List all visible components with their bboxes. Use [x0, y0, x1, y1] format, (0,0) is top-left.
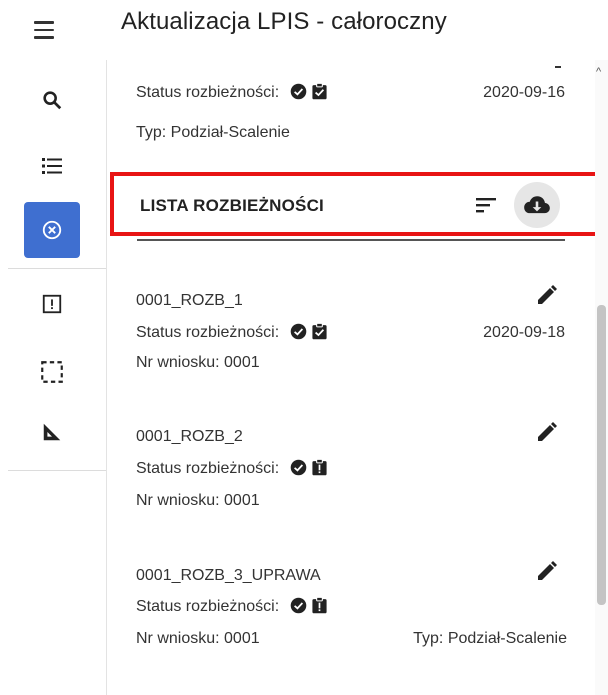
list-item-name: 0001_ROZB_2	[136, 428, 243, 445]
menu-icon[interactable]	[34, 12, 74, 48]
list-item-name: 0001_ROZB_3_UPRAWA	[136, 567, 321, 584]
rail-divider	[8, 268, 106, 269]
status-label: Status rozbieżności:	[136, 324, 280, 341]
edit-icon-partial	[555, 66, 561, 68]
list-item-date: 2020-09-18	[483, 324, 565, 341]
status-label: Status rozbieżności:	[136, 598, 280, 615]
status-label: Status rozbieżności:	[136, 84, 280, 101]
list-title: LISTA ROZBIEŻNOŚCI	[140, 196, 324, 215]
check-circle-icon	[290, 597, 306, 614]
alert-button[interactable]	[24, 278, 80, 330]
measure-button[interactable]	[24, 406, 80, 458]
edit-icon	[538, 422, 557, 441]
scroll-thumb[interactable]	[597, 305, 606, 605]
list-item-name: 0001_ROZB_1	[136, 292, 243, 309]
list-divider	[137, 239, 565, 241]
measure-icon	[43, 423, 61, 441]
scroll-up-icon[interactable]: ^	[596, 66, 601, 78]
list-item-status: Status rozbieżności:	[136, 459, 328, 478]
clipboard-check-icon	[312, 323, 327, 340]
list-item-application: Nr wniosku: 0001	[136, 630, 260, 647]
check-circle-icon	[290, 323, 306, 340]
cancel-circle-icon	[42, 220, 62, 240]
app-title: Aktualizacja LPIS - całoroczny	[121, 8, 447, 35]
clipboard-alert-icon	[312, 459, 327, 476]
edit-icon	[538, 285, 557, 304]
list-item-status: Status rozbieżności:	[136, 323, 328, 342]
cloud-download-icon	[524, 196, 550, 214]
list-item-type: Typ: Podział-Scalenie	[413, 630, 567, 647]
scrollbar[interactable]: ^	[595, 60, 608, 695]
search-icon	[43, 91, 62, 110]
list-header: LISTA ROZBIEŻNOŚCI	[110, 172, 601, 236]
rail-divider-bottom	[8, 470, 106, 471]
selection-button[interactable]	[24, 346, 80, 398]
edit-button[interactable]	[533, 418, 561, 446]
clipboard-check-icon	[312, 83, 327, 100]
selection-icon	[41, 361, 63, 383]
search-button[interactable]	[24, 74, 80, 126]
list-button[interactable]	[24, 140, 80, 192]
clipboard-alert-icon	[312, 597, 327, 614]
check-circle-icon	[290, 459, 306, 476]
list-item-status: Status rozbieżności:	[136, 597, 328, 616]
status-label: Status rozbieżności:	[136, 460, 280, 477]
sort-button[interactable]	[474, 193, 500, 217]
check-circle-icon	[290, 83, 306, 100]
top-item-status: Status rozbieżności:	[136, 83, 328, 102]
discrepancy-button[interactable]	[24, 202, 80, 258]
list-item-application: Nr wniosku: 0001	[136, 354, 260, 371]
sort-icon	[476, 198, 496, 213]
edit-button[interactable]	[533, 557, 561, 585]
download-button[interactable]	[514, 182, 560, 228]
list-icon	[42, 158, 62, 174]
alert-box-icon	[42, 294, 62, 314]
tool-rail	[0, 60, 107, 695]
content-panel: Status rozbieżności: 2020-09-16 Typ: Pod…	[108, 60, 595, 695]
top-item-date: 2020-09-16	[483, 84, 565, 101]
edit-button[interactable]	[533, 281, 561, 309]
edit-icon	[538, 561, 557, 580]
list-item-application: Nr wniosku: 0001	[136, 492, 260, 509]
top-item-type: Typ: Podział-Scalenie	[136, 124, 290, 141]
top-bar: Aktualizacja LPIS - całoroczny	[0, 0, 608, 60]
